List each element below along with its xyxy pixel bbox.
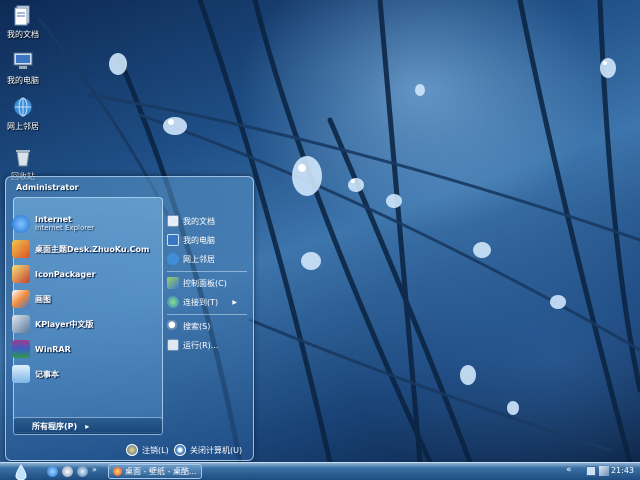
quicklaunch-expand-icon[interactable]: » xyxy=(92,465,97,474)
submenu-arrow-icon: ▶ xyxy=(232,298,237,306)
documents-icon xyxy=(167,215,179,227)
menu-item-control-panel[interactable]: 控制面板(C) xyxy=(167,275,227,291)
theme-icon xyxy=(12,240,30,258)
program-desk-theme[interactable]: 桌面主题Desk.ZhuoKu.Com xyxy=(12,238,152,260)
program-subtitle: Internet Explorer xyxy=(35,224,95,232)
taskbar-window-button[interactable]: 桌面 - 壁纸 - 桌酷... xyxy=(108,464,202,479)
clock[interactable]: 21:43 xyxy=(611,466,634,475)
desktop-icon-network[interactable]: 网上邻居 xyxy=(2,96,44,132)
program-title: WinRAR xyxy=(35,344,71,354)
documents-icon xyxy=(12,4,34,26)
logoff-label: 注销(L) xyxy=(142,445,169,455)
menu-item-label: 控制面板(C) xyxy=(183,278,227,288)
menu-separator xyxy=(167,314,247,315)
menu-item-my-documents[interactable]: 我的文档 xyxy=(167,213,215,229)
logoff-icon xyxy=(126,444,138,456)
computer-icon xyxy=(167,234,179,246)
program-title: 记事本 xyxy=(35,369,59,379)
program-title: IconPackager xyxy=(35,269,96,279)
desktop-icon-label: 我的电脑 xyxy=(7,76,39,85)
desktop-icon-my-documents[interactable]: 我的文档 xyxy=(2,4,44,40)
quicklaunch-media-icon[interactable] xyxy=(77,466,88,477)
program-title: Internet xyxy=(35,215,72,224)
run-icon xyxy=(167,339,179,351)
program-title: 桌面主题Desk.ZhuoKu.Com xyxy=(35,244,150,254)
chevron-right-icon: ▸ xyxy=(85,421,90,431)
notepad-icon xyxy=(12,365,30,383)
player-icon xyxy=(12,315,30,333)
program-title: 画图 xyxy=(35,294,51,304)
menu-item-label: 运行(R)... xyxy=(183,340,219,350)
program-notepad[interactable]: 记事本 xyxy=(12,363,152,385)
winrar-icon xyxy=(12,340,30,358)
all-programs-button[interactable]: 所有程序(P) ▸ xyxy=(13,417,163,435)
menu-item-label: 连接到(T) xyxy=(183,297,219,307)
program-kplayer[interactable]: KPlayer中文版 xyxy=(12,313,152,335)
desktop-icon-label: 我的文档 xyxy=(7,30,39,39)
search-icon xyxy=(167,320,179,332)
all-programs-label: 所有程序(P) xyxy=(32,421,78,431)
menu-item-search[interactable]: 搜索(S) xyxy=(167,318,210,334)
network-icon xyxy=(167,253,179,265)
taskbar: » 桌面 - 壁纸 - 桌酷... « 21:43 xyxy=(0,462,640,480)
menu-item-label: 我的文档 xyxy=(183,216,215,226)
shutdown-button[interactable]: 关闭计算机(U) xyxy=(174,443,242,457)
menu-item-run[interactable]: 运行(R)... xyxy=(167,337,218,353)
taskbar-window-label: 桌面 - 壁纸 - 桌酷... xyxy=(125,467,197,476)
paint-icon xyxy=(12,290,30,308)
menu-item-label: 我的电脑 xyxy=(183,235,215,245)
water-drop-icon xyxy=(15,463,27,480)
tray-expand-icon[interactable]: « xyxy=(566,465,572,475)
program-internet-explorer[interactable]: Internet Internet Explorer xyxy=(12,213,152,235)
volume-tray-icon[interactable] xyxy=(599,466,609,476)
program-iconpackager[interactable]: IconPackager xyxy=(12,263,152,285)
menu-item-connect-to[interactable]: 连接到(T) ▶ xyxy=(167,294,247,310)
desktop-icon-my-computer[interactable]: 我的电脑 xyxy=(2,50,44,86)
start-button[interactable] xyxy=(2,463,40,480)
desktop-icon-label: 网上邻居 xyxy=(7,122,39,131)
iconpackager-icon xyxy=(12,265,30,283)
control-panel-icon xyxy=(167,277,179,289)
connect-icon xyxy=(167,296,179,308)
menu-item-my-computer[interactable]: 我的电脑 xyxy=(167,232,215,248)
program-title: KPlayer中文版 xyxy=(35,319,94,329)
program-paint[interactable]: 画图 xyxy=(12,288,152,310)
menu-separator xyxy=(167,271,247,272)
start-menu: Administrator Internet Internet Explorer … xyxy=(5,176,254,461)
shutdown-label: 关闭计算机(U) xyxy=(190,445,243,455)
program-winrar[interactable]: WinRAR xyxy=(12,338,152,360)
user-name: Administrator xyxy=(16,183,79,192)
quicklaunch-desktop-icon[interactable] xyxy=(62,466,73,477)
browser-icon xyxy=(113,467,122,476)
network-icon xyxy=(12,96,34,118)
ie-icon xyxy=(12,215,30,233)
recycle-bin-icon xyxy=(12,146,34,168)
quicklaunch-ie-icon[interactable] xyxy=(47,466,58,477)
menu-item-label: 网上邻居 xyxy=(183,254,215,264)
network-tray-icon[interactable] xyxy=(586,466,596,476)
menu-item-label: 搜索(S) xyxy=(183,321,211,331)
menu-item-network[interactable]: 网上邻居 xyxy=(167,251,215,267)
computer-icon xyxy=(12,50,34,72)
logoff-button[interactable]: 注销(L) xyxy=(126,443,169,457)
power-icon xyxy=(174,444,186,456)
